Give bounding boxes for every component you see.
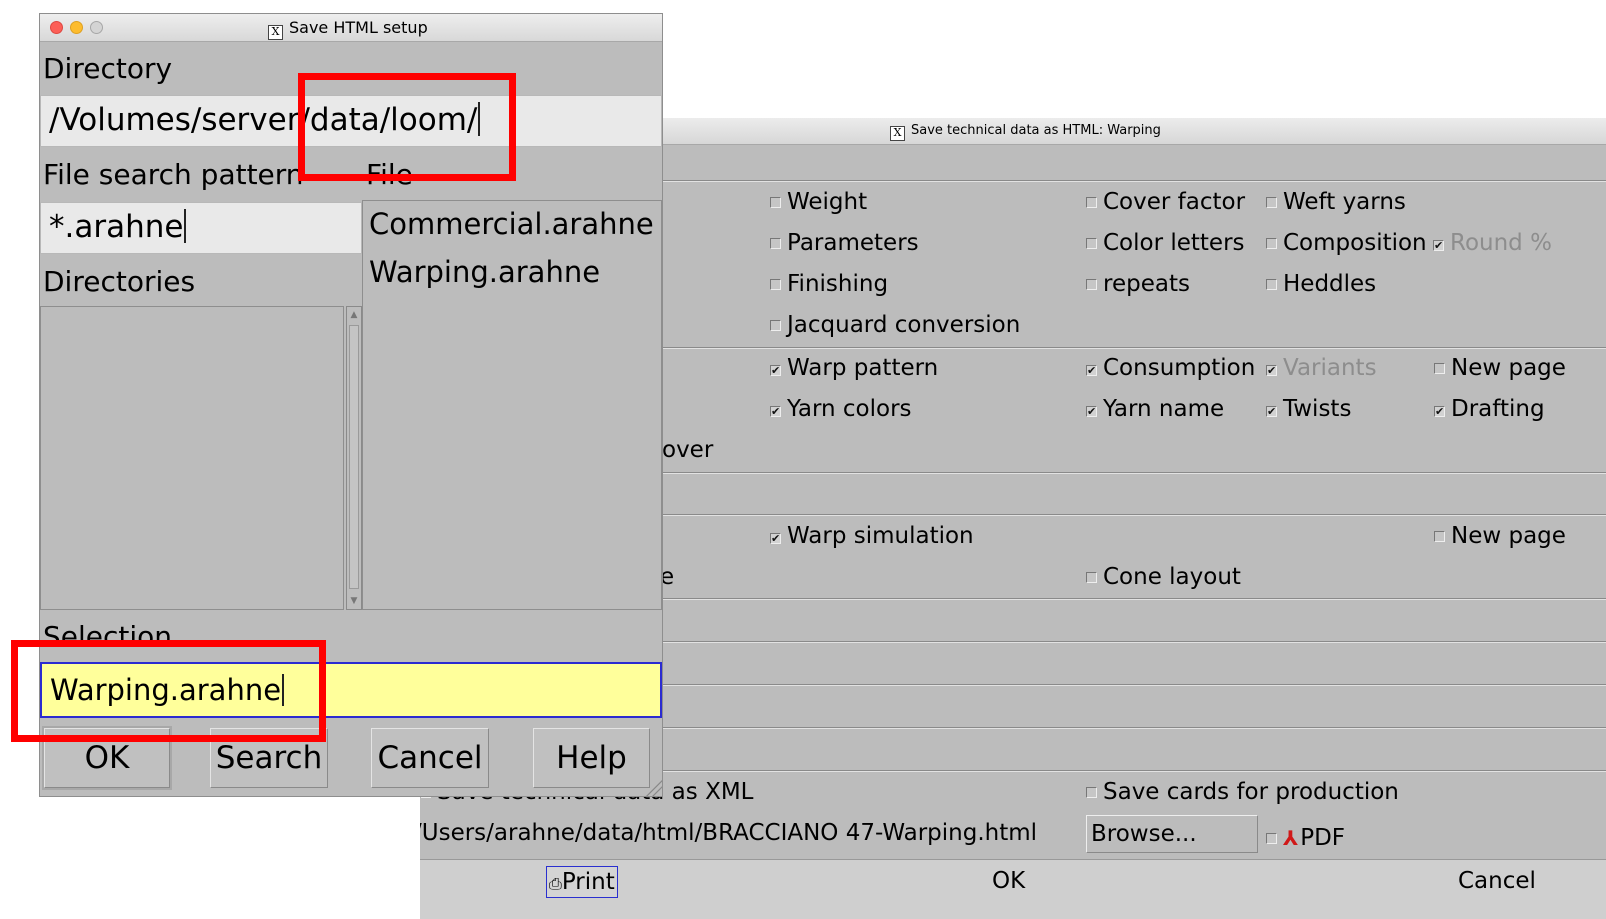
drafting-checkbox[interactable]: ✔ Drafting bbox=[1434, 395, 1545, 423]
repeats-checkbox[interactable]: repeats bbox=[1086, 270, 1190, 298]
directories-list[interactable] bbox=[40, 306, 344, 610]
weight-checkbox[interactable]: Weight bbox=[770, 188, 867, 216]
scroll-down-icon[interactable]: ▼ bbox=[348, 594, 360, 608]
x11-icon: X bbox=[268, 25, 283, 40]
pdf-checkbox[interactable]: ⅄PDF bbox=[1266, 824, 1345, 852]
directories-label: Directories bbox=[43, 265, 196, 298]
help-button[interactable]: Help bbox=[533, 728, 650, 788]
warp-simulation-checkbox[interactable]: ✔ Warp simulation bbox=[770, 522, 974, 550]
color-letters-checkbox[interactable]: Color letters bbox=[1086, 229, 1245, 257]
cancel-button[interactable]: Cancel bbox=[1458, 866, 1536, 896]
text-caret bbox=[184, 209, 187, 243]
warp-pattern-checkbox[interactable]: ✔ Warp pattern bbox=[770, 354, 938, 382]
resize-grip-icon[interactable] bbox=[644, 778, 662, 796]
save-cards-checkbox[interactable]: Save cards for production bbox=[1086, 778, 1399, 806]
button-bar: ⎙Print OK Cancel bbox=[420, 859, 1606, 919]
weft-yarns-checkbox[interactable]: Weft yarns bbox=[1266, 188, 1406, 216]
output-path[interactable]: /Users/arahne/data/html/BRACCIANO 47-War… bbox=[420, 820, 1037, 846]
composition-checkbox[interactable]: Composition bbox=[1266, 229, 1427, 257]
scroll-up-icon[interactable]: ▲ bbox=[348, 308, 360, 322]
ok-button[interactable]: OK bbox=[992, 866, 1025, 896]
scroll-thumb[interactable] bbox=[349, 325, 359, 589]
cancel-button[interactable]: Cancel bbox=[371, 728, 489, 788]
option-label-fragment: e bbox=[660, 564, 675, 590]
setup-title: Save HTML setup bbox=[289, 18, 428, 37]
zoom-window-icon[interactable] bbox=[90, 21, 103, 34]
heddles-checkbox[interactable]: Heddles bbox=[1266, 270, 1376, 298]
printer-icon: ⎙ bbox=[549, 874, 562, 893]
pdf-icon: ⅄ bbox=[1283, 826, 1299, 850]
finishing-checkbox[interactable]: Finishing bbox=[770, 270, 888, 298]
checkbox-box bbox=[770, 197, 781, 208]
yarn-colors-checkbox[interactable]: ✔ Yarn colors bbox=[770, 395, 912, 423]
yarn-name-checkbox[interactable]: ✔ Yarn name bbox=[1086, 395, 1224, 423]
directories-scrollbar[interactable]: ▲ ▼ bbox=[346, 306, 362, 610]
round-percent-checkbox: ✔ Round % bbox=[1433, 230, 1552, 256]
html-export-title: Save technical data as HTML: Warping bbox=[911, 123, 1161, 138]
file-search-pattern-label: File search pattern bbox=[43, 158, 304, 191]
files-list[interactable]: Commercial.arahne Warping.arahne bbox=[362, 200, 662, 610]
search-pattern-field[interactable]: *.arahne bbox=[40, 202, 362, 254]
browse-button[interactable]: Browse... bbox=[1086, 815, 1258, 853]
cover-factor-checkbox[interactable]: Cover factor bbox=[1086, 188, 1245, 216]
variants-checkbox: ✔ Variants bbox=[1266, 355, 1377, 381]
selection-highlight-box bbox=[11, 640, 326, 742]
x11-icon: X bbox=[890, 126, 905, 141]
close-window-icon[interactable] bbox=[50, 21, 63, 34]
print-button[interactable]: ⎙Print bbox=[546, 866, 618, 898]
minimize-window-icon[interactable] bbox=[70, 21, 83, 34]
parameters-checkbox[interactable]: Parameters bbox=[770, 229, 919, 257]
consumption-checkbox[interactable]: ✔ Consumption bbox=[1086, 354, 1255, 382]
file-item[interactable]: Commercial.arahne bbox=[369, 207, 654, 241]
jacquard-conversion-checkbox[interactable]: Jacquard conversion bbox=[770, 311, 1020, 339]
setup-titlebar[interactable]: X Save HTML setup bbox=[40, 14, 662, 42]
new-page-checkbox-2[interactable]: New page bbox=[1434, 522, 1566, 550]
new-page-checkbox-1[interactable]: New page bbox=[1434, 354, 1566, 382]
directory-label: Directory bbox=[43, 52, 173, 85]
file-item[interactable]: Warping.arahne bbox=[369, 255, 600, 289]
option-label-fragment: over bbox=[662, 437, 714, 463]
directory-highlight-box bbox=[298, 73, 516, 181]
cone-layout-checkbox[interactable]: Cone layout bbox=[1086, 563, 1241, 591]
twists-checkbox[interactable]: ✔ Twists bbox=[1266, 395, 1351, 423]
